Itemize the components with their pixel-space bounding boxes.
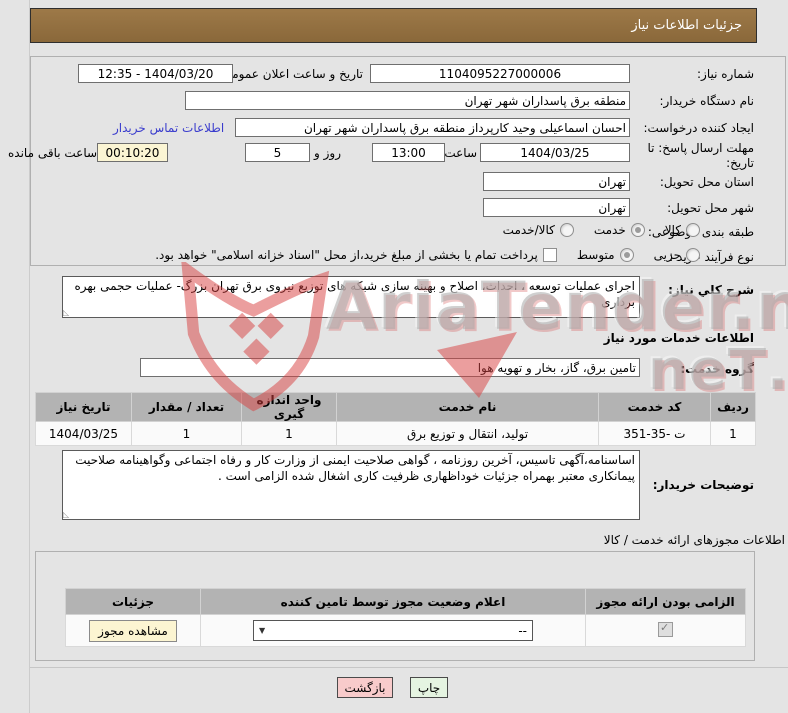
services-section-title: اطلاعات خدمات مورد نیاز (603, 331, 754, 345)
response-deadline-label: مهلت ارسال پاسخ: تا تاریخ: (647, 141, 754, 170)
col-row-number: ردیف (710, 392, 756, 422)
category-option-goods-service[interactable]: کالا/خدمت (503, 223, 574, 237)
permits-section-title: اطلاعات مجوزهای ارائه خدمت / کالا (603, 533, 785, 547)
services-table-header-row: ردیف کد خدمت نام خدمت واحد اندازه گیری ت… (35, 392, 756, 422)
delivery-province-field[interactable] (483, 172, 630, 191)
buyer-notes-label: توضیحات خریدار: (652, 478, 754, 492)
buyer-contact-link[interactable]: اطلاعات تماس خریدار (113, 121, 224, 135)
permits-table-row: -- ▼ مشاهده مجوز (65, 614, 746, 647)
purchase-process-options: جزیی متوسط پرداخت تمام یا بخشی از مبلغ خ… (155, 248, 700, 262)
days-remaining-field[interactable] (245, 143, 310, 162)
permit-status-select[interactable]: -- ▼ (253, 620, 533, 641)
page-title: جزئیات اطلاعات نیاز (30, 8, 757, 43)
hour-label: ساعت (444, 146, 477, 160)
service-group-field[interactable] (140, 358, 640, 377)
buyer-org-label: نام دستگاه خریدار: (659, 94, 755, 108)
treasury-checkbox[interactable] (542, 248, 557, 262)
announce-datetime-field[interactable] (78, 64, 233, 83)
request-creator-label: ایجاد کننده درخواست: (643, 121, 754, 135)
process-option-medium[interactable]: متوسط (577, 248, 634, 262)
buyer-org-field[interactable] (185, 91, 630, 110)
radio-goods[interactable] (686, 223, 700, 237)
col-service-name: نام خدمت (336, 392, 599, 422)
cell-permit-required (585, 614, 746, 647)
process-option-medium-label: متوسط (576, 248, 615, 262)
radio-service[interactable] (630, 223, 645, 237)
cell-row-number: 1 (710, 421, 756, 446)
radio-goods-service[interactable] (559, 223, 574, 237)
cell-quantity: 1 (131, 421, 242, 446)
permit-status-value: -- (518, 623, 527, 638)
permit-required-checkbox[interactable] (658, 621, 673, 637)
time-remaining-label: ساعت باقی مانده (8, 146, 98, 160)
category-option-service-label: خدمت (593, 223, 626, 237)
chevron-down-icon: ▼ (259, 626, 266, 635)
treasury-payment-option[interactable]: پرداخت تمام یا بخشی از مبلغ خرید،از محل … (155, 248, 557, 262)
announce-datetime-label: تاریخ و ساعت اعلان عمومی: (218, 67, 363, 81)
subject-category-options: کالا خدمت کالا/خدمت (503, 223, 700, 237)
back-button[interactable]: بازگشت (337, 677, 393, 698)
col-service-code: کد خدمت (598, 392, 711, 422)
delivery-city-label: شهر محل تحویل: (667, 201, 754, 215)
category-option-goods-label: کالا (664, 223, 681, 237)
days-label: روز و (314, 146, 341, 160)
need-number-label: شماره نیاز: (697, 67, 754, 81)
cell-permit-details: مشاهده مجوز (65, 614, 201, 647)
service-group-label: گروه خدمت: (680, 362, 754, 376)
need-description-textarea[interactable]: اجرای عملیات توسعه ، احداث، اصلاح و بهین… (62, 276, 640, 318)
process-option-minor-label: جزیی (653, 248, 681, 262)
treasury-checkbox-label: پرداخت تمام یا بخشی از مبلغ خرید،از محل … (155, 248, 538, 262)
buyer-notes-textarea[interactable]: اساسنامه،آگهی تاسیس، آخرین روزنامه ، گوا… (62, 450, 640, 520)
need-number-field[interactable] (370, 64, 630, 83)
col-permit-details: جزئیات (65, 588, 201, 615)
delivery-province-label: استان محل تحویل: (659, 175, 754, 189)
permits-table-header-row: الزامی بودن ارائه مجوز اعلام وضعیت مجوز … (65, 588, 746, 615)
deadline-date-field[interactable] (480, 143, 630, 162)
radio-minor[interactable] (686, 248, 700, 262)
category-option-goods[interactable]: کالا (665, 223, 700, 237)
need-details-page: جزئیات اطلاعات نیاز شماره نیاز: تاریخ و … (0, 0, 788, 713)
footer-separator (30, 667, 788, 668)
request-creator-field[interactable] (235, 118, 630, 137)
view-permit-button[interactable]: مشاهده مجوز (89, 619, 177, 642)
radio-medium[interactable] (619, 248, 634, 262)
delivery-city-field[interactable] (483, 198, 630, 217)
process-option-minor[interactable]: جزیی (654, 248, 700, 262)
print-button[interactable]: چاپ (410, 677, 448, 698)
services-table-row: 1 ت -35-351 تولید، انتقال و توزیع برق 1 … (35, 421, 756, 446)
category-option-goods-service-label: کالا/خدمت (502, 223, 555, 237)
category-option-service[interactable]: خدمت (594, 223, 645, 237)
col-quantity: تعداد / مقدار (131, 392, 242, 422)
col-permit-status: اعلام وضعیت مجوز توسط تامین کننده (200, 588, 586, 615)
cell-unit: 1 (241, 421, 337, 446)
need-description-label: شرح کلي نیاز: (668, 283, 754, 297)
cell-service-name: تولید، انتقال و توزیع برق (336, 421, 599, 446)
cell-need-date: 1404/03/25 (35, 421, 132, 446)
col-unit: واحد اندازه گیری (241, 392, 337, 422)
cell-permit-status: -- ▼ (200, 614, 586, 647)
permits-table: الزامی بودن ارائه مجوز اعلام وضعیت مجوز … (65, 588, 746, 647)
time-remaining-field[interactable] (97, 143, 168, 162)
col-need-date: تاریخ نیاز (35, 392, 132, 422)
col-permit-required: الزامی بودن ارائه مجوز (585, 588, 746, 615)
services-table: ردیف کد خدمت نام خدمت واحد اندازه گیری ت… (35, 392, 756, 446)
cell-service-code: ت -35-351 (598, 421, 711, 446)
deadline-time-field[interactable] (372, 143, 445, 162)
